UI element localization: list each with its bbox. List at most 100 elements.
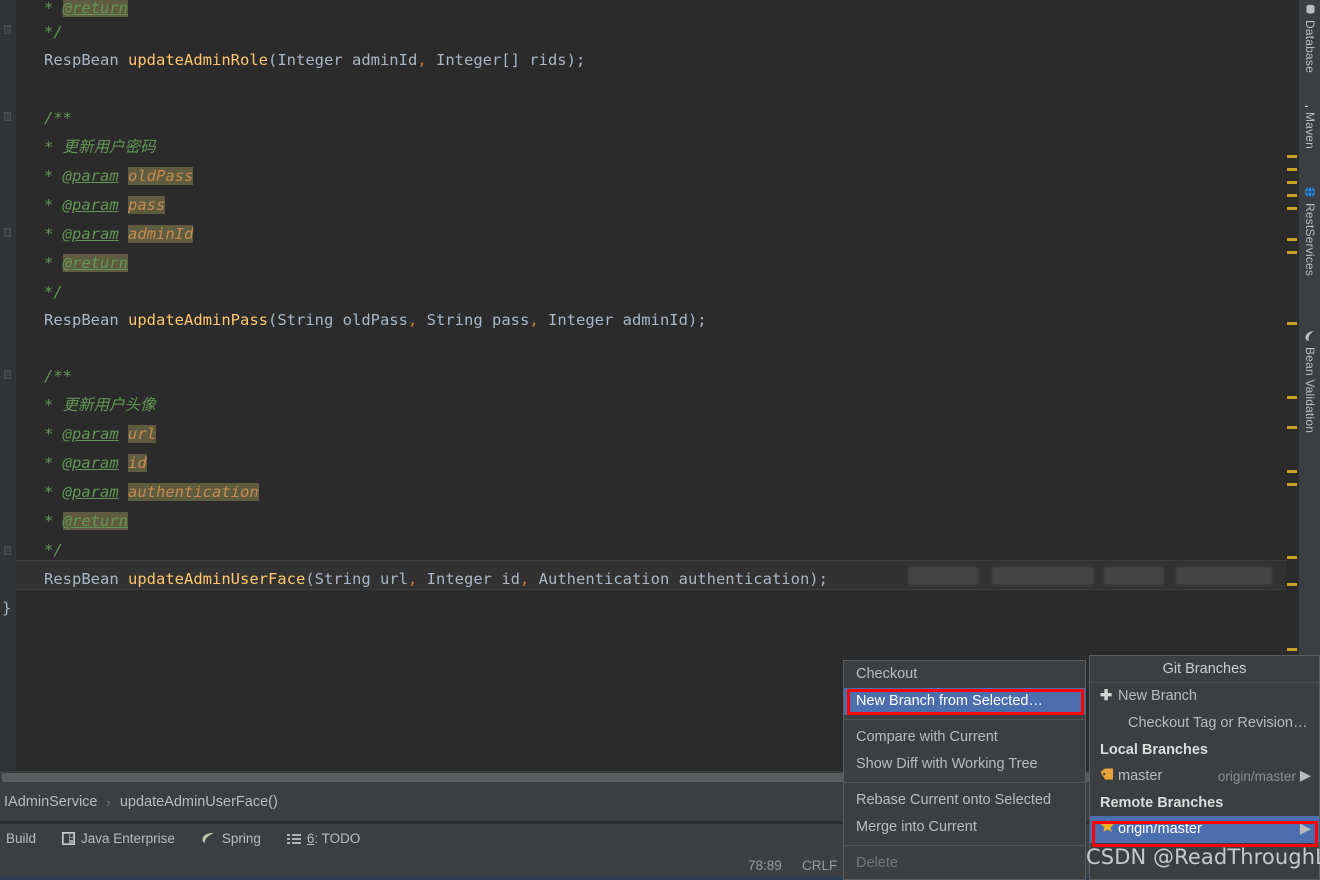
breadcrumb-separator-icon: › bbox=[106, 794, 111, 810]
code-token: adminId bbox=[128, 225, 194, 243]
git-checkout-tag-item[interactable]: Checkout Tag or Revision… bbox=[1090, 710, 1319, 737]
tool-tab-label: RestServices bbox=[1303, 203, 1317, 277]
git-remote-branches-header: Remote Branches bbox=[1100, 795, 1224, 811]
code-line: /** bbox=[0, 104, 1288, 133]
code-token: * bbox=[44, 138, 63, 156]
code-token: RespBean bbox=[44, 51, 128, 69]
git-new-branch-item[interactable]: ✚ New Branch bbox=[1090, 683, 1319, 710]
breadcrumb-method[interactable]: updateAdminUserFace() bbox=[120, 794, 278, 810]
tool-tab-database[interactable]: Database bbox=[1299, 4, 1320, 73]
chevron-right-icon[interactable]: ▶ bbox=[1300, 816, 1319, 843]
breadcrumb-class[interactable]: IAdminService bbox=[4, 794, 97, 810]
code-token: pass bbox=[128, 196, 166, 214]
tag-icon bbox=[1100, 763, 1118, 790]
menu-item[interactable]: Checkout bbox=[844, 661, 1085, 688]
editor-marker[interactable] bbox=[1287, 322, 1297, 325]
editor-marker[interactable] bbox=[1287, 426, 1297, 429]
menu-item[interactable]: Show Diff with Working Tree bbox=[844, 751, 1085, 778]
editor-marker[interactable] bbox=[1287, 583, 1297, 586]
code-token: @param bbox=[62, 483, 119, 501]
tool-window-spring[interactable]: Spring bbox=[201, 831, 261, 846]
tool-tab-label: Bean Validation bbox=[1303, 347, 1317, 434]
code-token: Integer id bbox=[417, 570, 520, 588]
git-branches-popup[interactable]: Git Branches ✚ New Branch Checkout Tag o… bbox=[1089, 655, 1320, 880]
line-separator[interactable]: CRLF bbox=[802, 858, 837, 873]
code-token: */ bbox=[44, 283, 63, 301]
code-token: String url bbox=[314, 570, 408, 588]
code-token: url bbox=[128, 425, 157, 443]
editor-marker[interactable] bbox=[1287, 396, 1297, 399]
code-line: * @param url bbox=[0, 420, 1288, 449]
editor-marker[interactable] bbox=[1287, 181, 1297, 184]
git-branch-name: origin/master bbox=[1118, 821, 1202, 837]
editor-marker[interactable] bbox=[1287, 556, 1297, 559]
code-token: ( bbox=[267, 51, 278, 69]
git-branch-tracking: origin/master bbox=[1217, 769, 1296, 784]
git-branches-title: Git Branches bbox=[1090, 656, 1319, 683]
plus-icon: ✚ bbox=[1100, 688, 1113, 704]
editor-marker[interactable] bbox=[1287, 194, 1297, 197]
code-line: RespBean updateAdminPass(String oldPass,… bbox=[0, 306, 1288, 335]
code-token: @param bbox=[62, 196, 119, 214]
code-token: * bbox=[44, 254, 63, 272]
code-token: updateAdminRole bbox=[128, 51, 268, 69]
tool-tab-bean-validation[interactable]: Bean Validation bbox=[1299, 330, 1320, 433]
tool-tab-rest-services[interactable]: RestServices bbox=[1299, 186, 1320, 276]
code-token: */ bbox=[44, 23, 63, 41]
maven-icon: m bbox=[1299, 96, 1317, 116]
git-local-branch-master[interactable]: master origin/master ▶ bbox=[1090, 763, 1319, 790]
code-token: } bbox=[2, 599, 12, 617]
editor-marker[interactable] bbox=[1287, 251, 1297, 254]
code-token: updateAdminPass bbox=[128, 311, 268, 329]
tool-window-java-enterprise[interactable]: Java Enterprise bbox=[62, 831, 175, 846]
menu-item[interactable]: Rebase Current onto Selected bbox=[844, 787, 1085, 814]
code-line: * @return bbox=[0, 249, 1288, 278]
code-line: */ bbox=[0, 536, 1288, 565]
git-local-branches-header: Local Branches bbox=[1100, 742, 1208, 758]
todo-list-icon bbox=[286, 832, 301, 845]
code-token: authentication bbox=[128, 483, 259, 501]
code-token: @param bbox=[62, 167, 119, 185]
code-token: * bbox=[44, 396, 63, 414]
menu-item[interactable]: New Branch from Selected… bbox=[844, 688, 1085, 715]
git-remote-branch-origin-master[interactable]: origin/master ▶ bbox=[1090, 816, 1319, 843]
tool-tab-label: Maven bbox=[1303, 112, 1317, 150]
tool-window-build[interactable]: Build bbox=[6, 831, 36, 846]
code-token: 更新用户密码 bbox=[62, 138, 156, 156]
code-token: @return bbox=[62, 254, 128, 272]
code-token: , bbox=[529, 311, 539, 329]
tool-window-label: Spring bbox=[221, 831, 261, 846]
code-token: String pass bbox=[417, 311, 530, 329]
code-token: * bbox=[44, 167, 63, 185]
code-token: 更新用户头像 bbox=[62, 396, 156, 414]
tool-window-label: Build bbox=[6, 831, 37, 846]
menu-item[interactable]: Compare with Current bbox=[844, 724, 1085, 751]
code-token: Integer adminId bbox=[538, 311, 688, 329]
code-token: , bbox=[407, 311, 418, 329]
branch-context-menu[interactable]: Checkout New Branch from Selected… Compare… bbox=[843, 660, 1086, 880]
tool-window-todo[interactable]: 6 : TODO bbox=[286, 831, 360, 846]
editor-marker[interactable] bbox=[1287, 648, 1297, 651]
code-line: RespBean updateAdminRole(Integer adminId… bbox=[0, 46, 1288, 75]
tool-tab-maven[interactable]: m Maven bbox=[1299, 96, 1320, 149]
editor-marker[interactable] bbox=[1287, 238, 1297, 241]
editor-marker[interactable] bbox=[1287, 483, 1297, 486]
editor-marker[interactable] bbox=[1287, 168, 1297, 171]
editor-marker[interactable] bbox=[1287, 207, 1297, 210]
code-line: * @param id bbox=[0, 449, 1288, 478]
code-line: * 更新用户头像 bbox=[0, 391, 1288, 420]
code-token: * bbox=[44, 196, 63, 214]
code-line: RespBean updateAdminUserFace(String url,… bbox=[0, 565, 1288, 594]
editor-marker[interactable] bbox=[1287, 155, 1297, 158]
menu-item[interactable]: Merge into Current bbox=[844, 814, 1085, 841]
caret-position[interactable]: 78:89 bbox=[748, 858, 782, 873]
code-line: * @return bbox=[0, 507, 1288, 536]
editor-marker[interactable] bbox=[1287, 470, 1297, 473]
code-line: * @param authentication bbox=[0, 478, 1288, 507]
code-token: * bbox=[44, 425, 63, 443]
chevron-right-icon[interactable]: ▶ bbox=[1300, 763, 1319, 790]
code-token: ( bbox=[305, 570, 315, 588]
